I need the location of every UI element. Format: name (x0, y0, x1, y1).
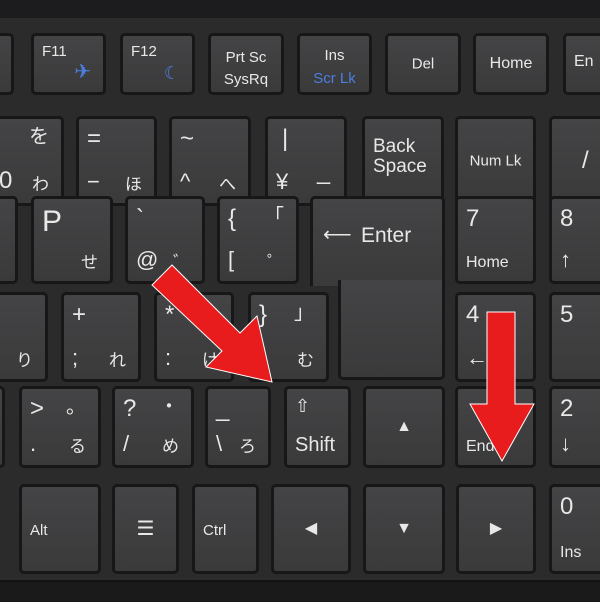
annotation-arrows (151, 264, 535, 463)
red-arrow-down (469, 311, 535, 463)
red-arrow-diagonal (151, 264, 273, 383)
